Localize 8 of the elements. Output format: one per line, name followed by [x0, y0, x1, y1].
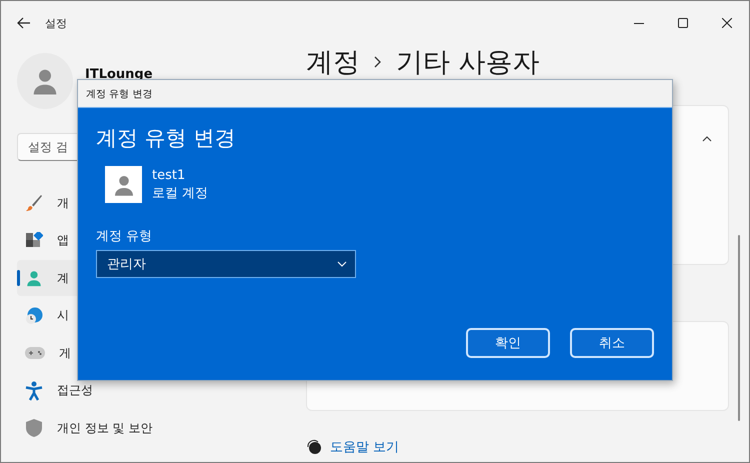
page-title: 기타 사용자: [396, 46, 540, 80]
account-kind: 로컬 계정: [152, 184, 208, 202]
field-label: 계정 유형: [96, 228, 154, 245]
user-name: test1: [152, 166, 186, 184]
account-name: ITLounge: [85, 67, 153, 82]
dialog-heading: 계정 유형 변경: [96, 125, 236, 152]
window-title: 설정: [45, 16, 67, 30]
dialog-title: 계정 유형 변경: [86, 88, 152, 100]
